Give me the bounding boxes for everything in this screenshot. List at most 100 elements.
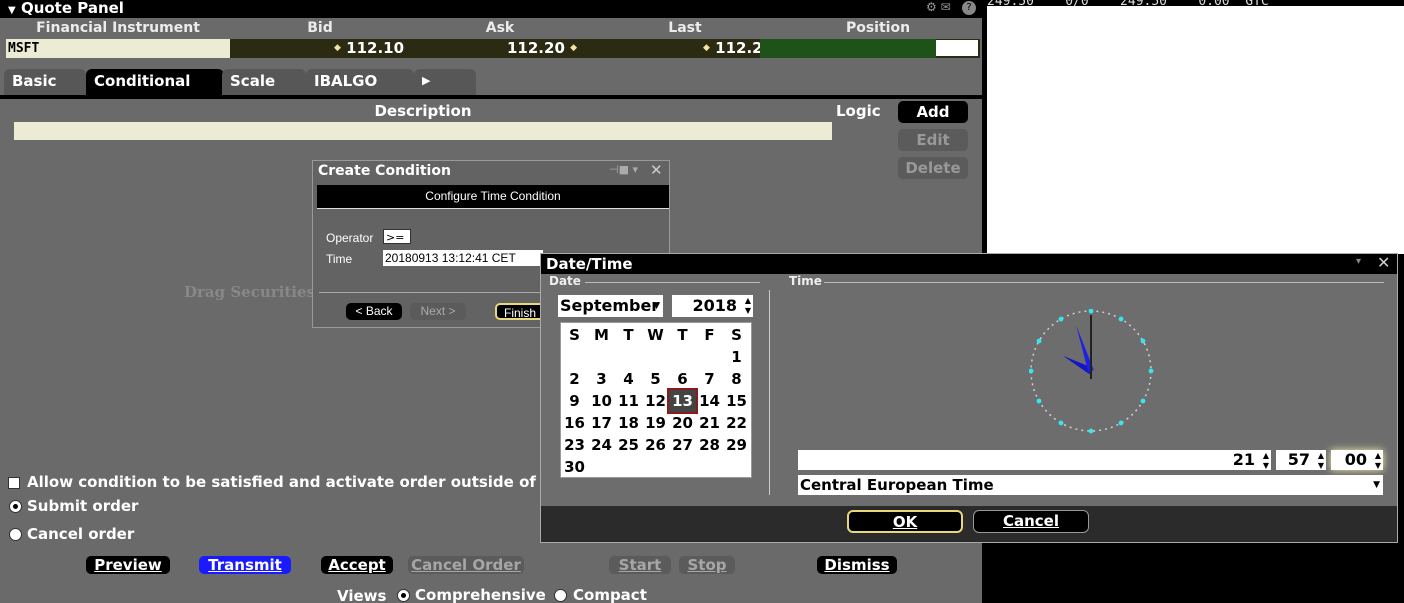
condition-row[interactable] [14, 122, 832, 140]
calendar-day[interactable]: 22 [723, 412, 750, 434]
instrument-cell[interactable]: MSFT [6, 39, 230, 58]
dismiss-button[interactable]: Dismiss [817, 556, 897, 574]
tab-basic[interactable]: Basic [4, 69, 86, 95]
calendar-day[interactable]: 7 [696, 368, 723, 390]
analog-clock[interactable] [1029, 309, 1177, 439]
calendar-day[interactable]: 3 [588, 368, 615, 390]
compact-radio[interactable] [554, 589, 567, 602]
divider [585, 282, 760, 283]
ask-cell[interactable]: 112.20 ◆ [507, 39, 577, 58]
calendar-day[interactable]: 18 [615, 412, 642, 434]
chevron-down-icon: ▼ [1373, 480, 1380, 490]
calendar-day[interactable]: 8 [723, 368, 750, 390]
time-input[interactable]: 20180913 13:12:41 CET [383, 250, 543, 266]
operator-select[interactable]: >= ▼ [383, 229, 411, 258]
calendar-day[interactable]: 6 [669, 368, 696, 390]
delete-button[interactable]: Delete [898, 157, 968, 179]
spinner-arrows-icon[interactable]: ▲ ▼ [741, 296, 751, 316]
calendar-day[interactable]: 1 [723, 346, 750, 368]
calendar-day[interactable]: 10 [588, 390, 615, 412]
cancel-button[interactable]: Cancel [973, 510, 1089, 533]
calendar-day[interactable]: 12 [642, 390, 669, 412]
ok-button[interactable]: OK [847, 510, 963, 533]
calendar-day[interactable]: 29 [723, 434, 750, 456]
clock-hour-marker [1088, 428, 1094, 434]
calendar-day[interactable]: 16 [561, 412, 588, 434]
clock-hour-marker [1118, 316, 1124, 322]
spinner-arrows-icon[interactable]: ▲ ▼ [1314, 451, 1324, 471]
calendar-day[interactable]: 11 [615, 390, 642, 412]
second-spinner[interactable]: 00 ▲ ▼ [1331, 450, 1383, 470]
tab-conditional[interactable]: Conditional [86, 69, 224, 95]
calendar-day[interactable]: 5 [642, 368, 669, 390]
datetime-dialog: Date/Time ▾ ✕ Date Time September ▼ 2018… [540, 253, 1398, 543]
divider [824, 282, 1384, 283]
ask-value: 112.20 [507, 39, 565, 57]
edit-button[interactable]: Edit [898, 129, 968, 151]
start-button[interactable]: Start [609, 556, 671, 574]
bid-cell[interactable]: ◆ 112.10 [334, 39, 404, 58]
finish-button[interactable]: Finish [495, 303, 545, 320]
calendar-day[interactable]: 19 [642, 412, 669, 434]
tick-diamond-icon: ◆ [703, 43, 710, 53]
cancel-order-label: Cancel order [27, 525, 135, 543]
calendar-day[interactable]: 17 [588, 412, 615, 434]
tab-divider [0, 95, 982, 99]
menu-icon[interactable]: ▾ [1356, 256, 1361, 267]
calendar-day-selected[interactable]: 13 [667, 388, 698, 414]
calendar-day[interactable]: 27 [669, 434, 696, 456]
month-select[interactable]: September ▼ [558, 295, 663, 317]
panel-tools-icon[interactable]: ⚙ ✉ [926, 0, 951, 14]
tab-scale[interactable]: Scale [222, 69, 306, 95]
year-spinner[interactable]: 2018 ▲ ▼ [672, 295, 753, 317]
cancel-order-radio[interactable] [9, 528, 22, 541]
calendar-day[interactable]: 30 [561, 456, 588, 478]
weekday-header: W [647, 326, 664, 344]
submit-order-label: Submit order [27, 497, 139, 515]
add-button[interactable]: Add [898, 101, 968, 123]
timezone-select[interactable]: Central European Time ▼ [798, 475, 1383, 495]
spinner-arrows-icon[interactable]: ▲ ▼ [1371, 451, 1381, 471]
collapse-icon[interactable]: ▼ [8, 5, 16, 16]
calendar-day[interactable]: 25 [615, 434, 642, 456]
minute-spinner[interactable]: 57 ▲ ▼ [1276, 450, 1326, 470]
tab-ibalgo[interactable]: IBALGO [306, 69, 414, 95]
description-header: Description [374, 102, 472, 120]
preview-button[interactable]: Preview [86, 556, 170, 574]
hour-spinner[interactable]: 21 ▲ ▼ [1231, 450, 1271, 470]
col-header-bid: Bid [307, 20, 333, 36]
calendar-day[interactable]: 28 [696, 434, 723, 456]
calendar-day[interactable]: 15 [723, 390, 750, 412]
help-icon[interactable]: ? [962, 1, 976, 15]
close-icon[interactable]: ✕ [650, 161, 663, 179]
calendar-day[interactable]: 2 [561, 368, 588, 390]
quote-panel-title[interactable]: ▼ Quote Panel [8, 0, 124, 17]
calendar-day[interactable]: 23 [561, 434, 588, 456]
clock-hour-marker [1088, 309, 1094, 314]
calendar-day[interactable]: 9 [561, 390, 588, 412]
submit-order-radio[interactable] [9, 500, 22, 513]
clock-hour-marker [1140, 338, 1146, 344]
calendar-day[interactable]: 4 [615, 368, 642, 390]
chevron-down-icon: ▼ [653, 301, 660, 311]
col-header-instrument: Financial Instrument [36, 20, 200, 36]
clock-hour-marker [1058, 316, 1064, 322]
divider [769, 290, 770, 495]
calendar-day[interactable]: 14 [696, 390, 723, 412]
calendar-day[interactable]: 24 [588, 434, 615, 456]
close-icon[interactable]: ✕ [1377, 253, 1390, 272]
tab-scroll-right[interactable]: ▶ [414, 69, 476, 95]
next-button[interactable]: Next > [410, 303, 466, 320]
calendar-day[interactable]: 26 [642, 434, 669, 456]
cancel-order-button[interactable]: Cancel Order [408, 556, 524, 574]
comprehensive-radio[interactable] [397, 589, 410, 602]
back-button[interactable]: < Back [346, 303, 402, 320]
calendar-day[interactable]: 20 [669, 412, 696, 434]
accept-button[interactable]: Accept [321, 556, 393, 574]
spinner-arrows-icon[interactable]: ▲ ▼ [1259, 451, 1269, 471]
transmit-button[interactable]: Transmit [199, 556, 291, 574]
allow-outside-hours-checkbox[interactable] [8, 477, 20, 489]
calendar-day[interactable]: 21 [696, 412, 723, 434]
stop-button[interactable]: Stop [679, 556, 735, 574]
pin-icon[interactable]: ⊣■ ▾ [609, 163, 638, 176]
